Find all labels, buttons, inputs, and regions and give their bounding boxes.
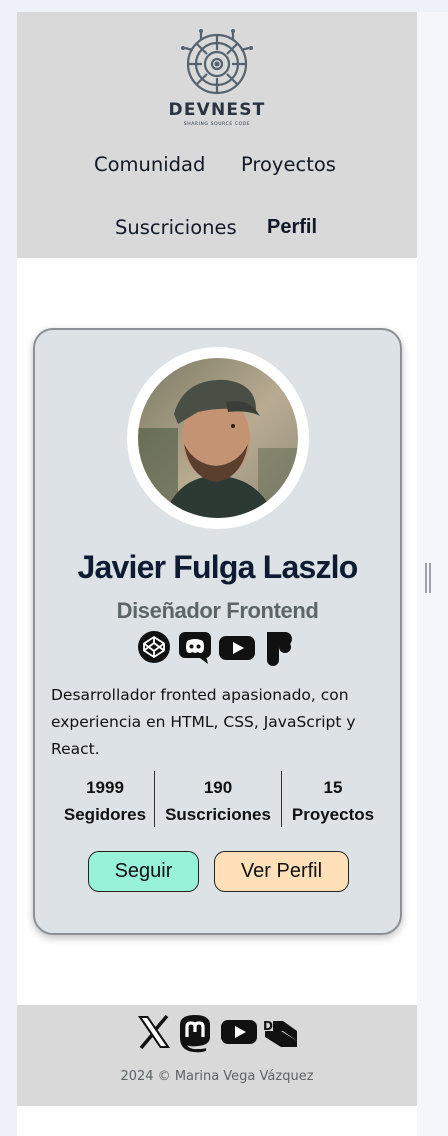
page: DEVNEST SHARING SOURCE CODE Comunidad Pr… xyxy=(17,12,417,1136)
stat-label: Suscriciones xyxy=(165,805,271,824)
site-header: DEVNEST SHARING SOURCE CODE Comunidad Pr… xyxy=(17,12,417,258)
discord-icon[interactable] xyxy=(178,630,214,666)
profile-role: Diseñador Frontend xyxy=(116,598,319,623)
stat-value: 190 xyxy=(203,778,233,797)
profile-name: Javier Fulga Laszlo xyxy=(77,549,358,585)
avatar xyxy=(138,358,298,518)
profile-social-links xyxy=(137,630,297,666)
nav-link-suscriciones[interactable]: Suscriciones xyxy=(115,216,237,239)
stat-subscriptions: 190 Suscriciones xyxy=(162,774,274,828)
mastodon-icon[interactable] xyxy=(176,1013,214,1057)
stat-value: 15 xyxy=(323,778,343,797)
stat-value: 1999 xyxy=(86,778,124,797)
resize-handle[interactable] xyxy=(425,563,431,593)
svg-text:DN: DN xyxy=(263,1019,283,1033)
footer-copyright: 2024 © Marina Vega Vázquez xyxy=(120,1069,314,1084)
stat-label: Proyectos xyxy=(291,805,375,824)
stat-projects: 15 Proyectos xyxy=(283,774,383,828)
x-icon[interactable] xyxy=(135,1013,173,1055)
figma-icon[interactable] xyxy=(265,630,301,666)
nav-link-comunidad[interactable]: Comunidad xyxy=(94,153,205,176)
follow-button[interactable]: Seguir xyxy=(88,851,199,892)
stat-label: Segidores xyxy=(63,805,147,824)
profile-bio: Desarrollador fronted apasionado, con ex… xyxy=(51,686,356,758)
site-footer: DN 2024 © Marina Vega Vázquez xyxy=(17,1005,417,1106)
footer-social-links: DN xyxy=(135,1013,305,1053)
stat-followers: 1999 Segidores xyxy=(55,774,155,828)
page-gutter xyxy=(417,12,448,1136)
nav-link-perfil[interactable]: Perfil xyxy=(267,216,317,239)
nav-link-proyectos[interactable]: Proyectos xyxy=(241,153,336,176)
brand-tagline: SHARING SOURCE CODE xyxy=(183,122,251,127)
avatar-ring xyxy=(127,347,309,529)
view-profile-button[interactable]: Ver Perfil xyxy=(214,851,349,892)
youtube-icon[interactable] xyxy=(219,630,255,666)
brand-name: DEVNEST xyxy=(168,100,266,120)
stat-divider xyxy=(154,771,155,827)
dev-to-icon[interactable]: DN xyxy=(261,1015,301,1053)
codepen-icon[interactable] xyxy=(137,630,173,666)
youtube-icon[interactable] xyxy=(221,1017,257,1051)
stat-divider xyxy=(281,771,282,827)
profile-card: Javier Fulga Laszlo Diseñador Frontend D… xyxy=(33,328,402,935)
